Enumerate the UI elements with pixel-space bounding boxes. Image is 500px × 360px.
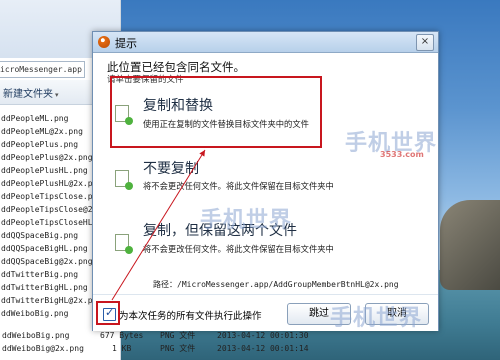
file-size: 1 KB: [112, 344, 132, 353]
new-folder-label: 新建文件夹: [3, 89, 53, 100]
green-arrow-icon: [115, 170, 133, 190]
file-date: 2013-04-12 00:01:14: [217, 344, 309, 353]
file-name: ddWeiboBig@2x.png: [2, 344, 84, 353]
dialog-titlebar[interactable]: 提示 ×: [93, 32, 438, 53]
watermark-text: 手机世界: [330, 306, 423, 331]
file-path: 路径：/MicroMessenger.app/AddGroupMemberBtn…: [153, 280, 399, 289]
file-detail-rows: ddWeiboBig.png 677 Bytes PNG 文件 2013-04-…: [0, 329, 330, 355]
close-button[interactable]: ×: [416, 34, 434, 51]
watermark-sub: 3533.com: [380, 150, 424, 159]
file-name: ddWeiboBig.png: [2, 331, 70, 340]
apply-to-all-label[interactable]: 为本次任务的所有文件执行此操作: [119, 308, 262, 322]
dialog-title: 提示: [115, 37, 137, 50]
file-type: PNG 文件: [160, 344, 196, 353]
table-row[interactable]: ddWeiboBig@2x.png 1 KB PNG 文件 2013-04-12…: [0, 342, 330, 355]
option-description: 将不会更改任何文件。将此文件保留在目标文件夹中: [143, 244, 334, 254]
annotation-checkbox-highlight: [96, 301, 120, 325]
green-arrow-icon: [115, 234, 133, 254]
app-logo-icon: [98, 36, 110, 48]
address-bar[interactable]: icroMessenger.app: [0, 61, 85, 78]
option-description: 将不会更改任何文件。将此文件保留在目标文件夹中: [143, 181, 334, 191]
annotation-highlight-box: [110, 76, 322, 148]
new-folder-button[interactable]: 新建文件夹 ▾: [3, 85, 59, 100]
wallpaper-rock: [440, 200, 500, 290]
option-title: 不要复制: [143, 161, 199, 177]
option-do-not-copy[interactable]: 不要复制 将不会更改任何文件。将此文件保留在目标文件夹中: [105, 158, 405, 198]
chevron-down-icon: ▾: [55, 91, 59, 99]
watermark-text: 手机世界: [200, 208, 293, 233]
